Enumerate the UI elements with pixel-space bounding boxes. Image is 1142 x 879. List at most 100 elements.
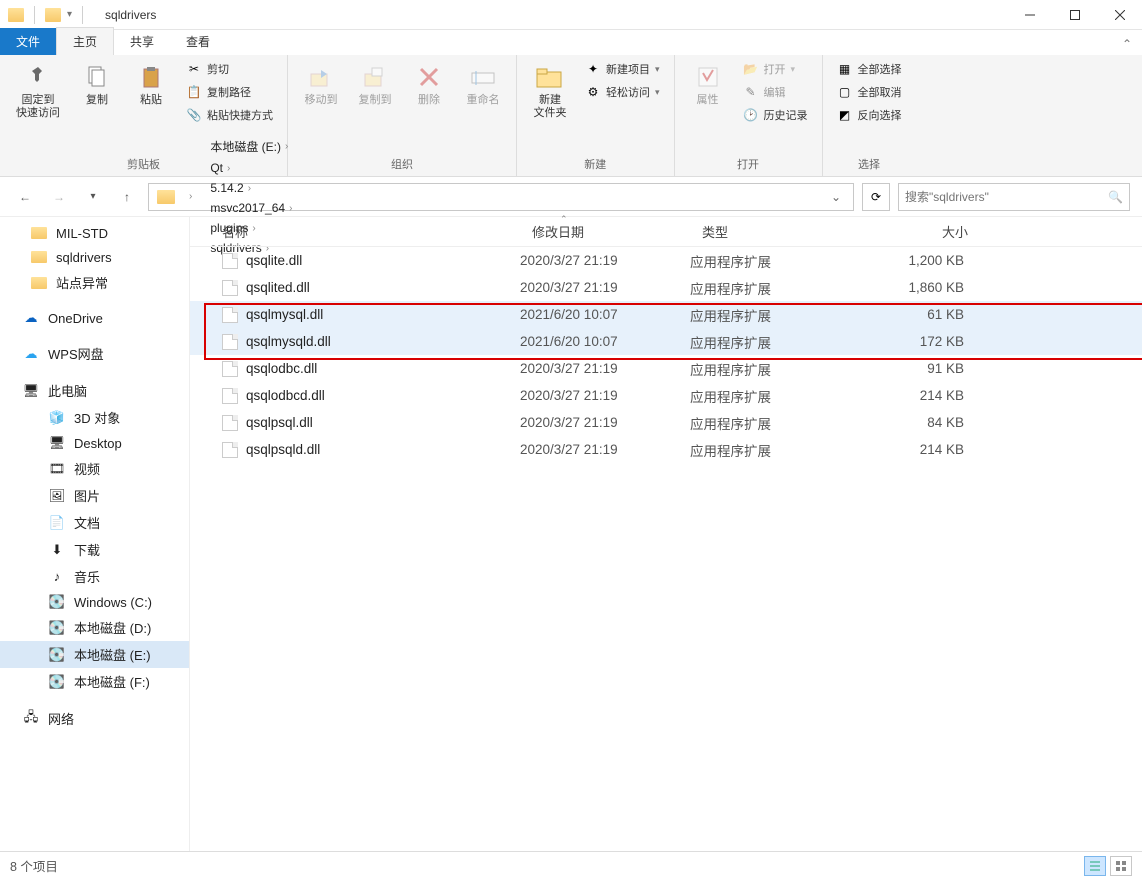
open-icon: 📂 (743, 61, 759, 77)
breadcrumb-segment[interactable]: Qt› (202, 158, 300, 178)
ribbon-group-open: 属性 📂打开▾ ✎编辑 🕑历史记录 打开 (675, 55, 823, 176)
column-date[interactable]: 修改日期 (520, 222, 690, 241)
tab-file[interactable]: 文件 (0, 28, 56, 55)
history-button[interactable]: 🕑历史记录 (739, 105, 812, 125)
search-box[interactable]: 🔍 (898, 183, 1130, 211)
sidebar-wps[interactable]: ☁WPS网盘 (0, 340, 189, 367)
properties-button[interactable]: 属性 (685, 59, 731, 111)
select-none-icon: ▢ (837, 84, 853, 100)
invert-selection-button[interactable]: ◩反向选择 (833, 105, 906, 125)
cut-button[interactable]: ✂剪切 (182, 59, 277, 79)
status-bar: 8 个项目 (0, 851, 1142, 879)
column-type[interactable]: 类型 (690, 222, 850, 241)
column-name[interactable]: 名称 (190, 222, 520, 241)
dll-file-icon (222, 307, 238, 323)
sidebar-item[interactable]: 🖥Desktop (0, 431, 189, 455)
maximize-button[interactable] (1052, 0, 1097, 30)
address-bar-row: ← → ▾ ↑ › 本地磁盘 (E:)›Qt›5.14.2›msvc2017_6… (0, 177, 1142, 217)
sidebar-item[interactable]: 🧊3D 对象 (0, 404, 189, 431)
sidebar-item[interactable]: ⬇下载 (0, 536, 189, 563)
search-input[interactable] (905, 190, 1108, 204)
sidebar-item[interactable]: sqldrivers (0, 245, 189, 269)
easy-access-button[interactable]: ⚙轻松访问▾ (581, 82, 664, 102)
copy-path-button[interactable]: 📋复制路径 (182, 82, 277, 102)
edit-button[interactable]: ✎编辑 (739, 82, 812, 102)
ribbon-collapse-button[interactable]: ⌃ (1112, 33, 1142, 55)
navigation-pane[interactable]: MIL-STDsqldrivers站点异常 ☁OneDrive ☁WPS网盘 🖥… (0, 217, 190, 851)
minimize-button[interactable] (1007, 0, 1052, 30)
breadcrumb-segment[interactable]: msvc2017_64› (202, 198, 300, 218)
rename-button[interactable]: 重命名 (460, 59, 506, 111)
sidebar-item[interactable]: 🖼图片 (0, 482, 189, 509)
file-size: 84 KB (850, 415, 980, 430)
file-row[interactable]: qsqlmysql.dll2021/6/20 10:07应用程序扩展61 KB (190, 301, 1142, 328)
up-button[interactable]: ↑ (114, 184, 140, 210)
sidebar-item[interactable]: 💽Windows (C:) (0, 590, 189, 614)
file-row[interactable]: qsqlpsql.dll2020/3/27 21:19应用程序扩展84 KB (190, 409, 1142, 436)
file-row[interactable]: qsqlmysqld.dll2021/6/20 10:07应用程序扩展172 K… (190, 328, 1142, 355)
move-to-button[interactable]: 移动到 (298, 59, 344, 111)
tab-share[interactable]: 共享 (114, 28, 170, 55)
window-title: sqldrivers (95, 8, 156, 22)
qat-dropdown-icon[interactable]: ▾ (67, 9, 72, 20)
new-folder-button[interactable]: 新建 文件夹 (527, 59, 573, 124)
file-type: 应用程序扩展 (690, 413, 850, 433)
sidebar-item[interactable]: ♪音乐 (0, 563, 189, 590)
sidebar-item[interactable]: 💽本地磁盘 (D:) (0, 614, 189, 641)
paste-shortcut-button[interactable]: 📎粘贴快捷方式 (182, 105, 277, 125)
address-bar[interactable]: › 本地磁盘 (E:)›Qt›5.14.2›msvc2017_64›plugin… (148, 183, 854, 211)
file-name: qsqlpsql.dll (246, 415, 313, 430)
ribbon-tabs: 文件 主页 共享 查看 ⌃ (0, 30, 1142, 55)
refresh-button[interactable]: ⟳ (862, 183, 890, 211)
file-row[interactable]: qsqlited.dll2020/3/27 21:19应用程序扩展1,860 K… (190, 274, 1142, 301)
back-button[interactable]: ← (12, 184, 38, 210)
file-row[interactable]: qsqlite.dll2020/3/27 21:19应用程序扩展1,200 KB (190, 247, 1142, 274)
file-row[interactable]: qsqlodbcd.dll2020/3/27 21:19应用程序扩展214 KB (190, 382, 1142, 409)
sidebar-item[interactable]: 🎞视频 (0, 455, 189, 482)
folder-icon (30, 249, 48, 265)
column-headers[interactable]: ⌃ 名称 修改日期 类型 大小 (190, 217, 1142, 247)
sidebar-item[interactable]: 📄文档 (0, 509, 189, 536)
file-size: 172 KB (850, 334, 980, 349)
sidebar-thispc[interactable]: 🖥此电脑 (0, 377, 189, 404)
dll-file-icon (222, 280, 238, 296)
sidebar-network[interactable]: 🖧网络 (0, 705, 189, 732)
select-none-button[interactable]: ▢全部取消 (833, 82, 906, 102)
file-name: qsqlodbc.dll (246, 361, 317, 376)
sidebar-item[interactable]: 💽本地磁盘 (E:) (0, 641, 189, 668)
sidebar-item[interactable]: 💽本地磁盘 (F:) (0, 668, 189, 695)
file-size: 61 KB (850, 307, 980, 322)
copy-button[interactable]: 复制 (74, 59, 120, 111)
address-dropdown-icon[interactable]: ⌄ (823, 190, 849, 204)
forward-button[interactable]: → (46, 184, 72, 210)
view-large-icons-button[interactable] (1110, 856, 1132, 876)
new-folder-icon (535, 63, 565, 91)
copy-to-button[interactable]: 复制到 (352, 59, 398, 111)
close-button[interactable] (1097, 0, 1142, 30)
tab-view[interactable]: 查看 (170, 28, 226, 55)
file-row[interactable]: qsqlpsqld.dll2020/3/27 21:19应用程序扩展214 KB (190, 436, 1142, 463)
file-type: 应用程序扩展 (690, 386, 850, 406)
breadcrumb-segment[interactable]: 5.14.2› (202, 178, 300, 198)
paste-button[interactable]: 粘贴 (128, 59, 174, 111)
column-size[interactable]: 大小 (850, 222, 980, 241)
view-details-button[interactable] (1084, 856, 1106, 876)
rename-icon (468, 63, 498, 91)
folder-icon (8, 8, 24, 22)
new-item-button[interactable]: ✦新建项目▾ (581, 59, 664, 79)
root-chevron[interactable]: › (181, 188, 200, 205)
open-button[interactable]: 📂打开▾ (739, 59, 812, 79)
sidebar-item[interactable]: 站点异常 (0, 269, 189, 296)
file-date: 2020/3/27 21:19 (520, 442, 690, 457)
recent-locations-button[interactable]: ▾ (80, 184, 106, 210)
sidebar-onedrive[interactable]: ☁OneDrive (0, 306, 189, 330)
pin-to-quickaccess-button[interactable]: 固定到 快速访问 (10, 59, 66, 124)
copy-to-icon (360, 63, 390, 91)
file-row[interactable]: qsqlodbc.dll2020/3/27 21:19应用程序扩展91 KB (190, 355, 1142, 382)
tab-home[interactable]: 主页 (56, 27, 114, 55)
delete-button[interactable]: 删除 (406, 59, 452, 111)
music-icon: ♪ (48, 569, 66, 585)
select-all-button[interactable]: ▦全部选择 (833, 59, 906, 79)
sidebar-item[interactable]: MIL-STD (0, 221, 189, 245)
breadcrumb-segment[interactable]: 本地磁盘 (E:)› (202, 135, 300, 158)
